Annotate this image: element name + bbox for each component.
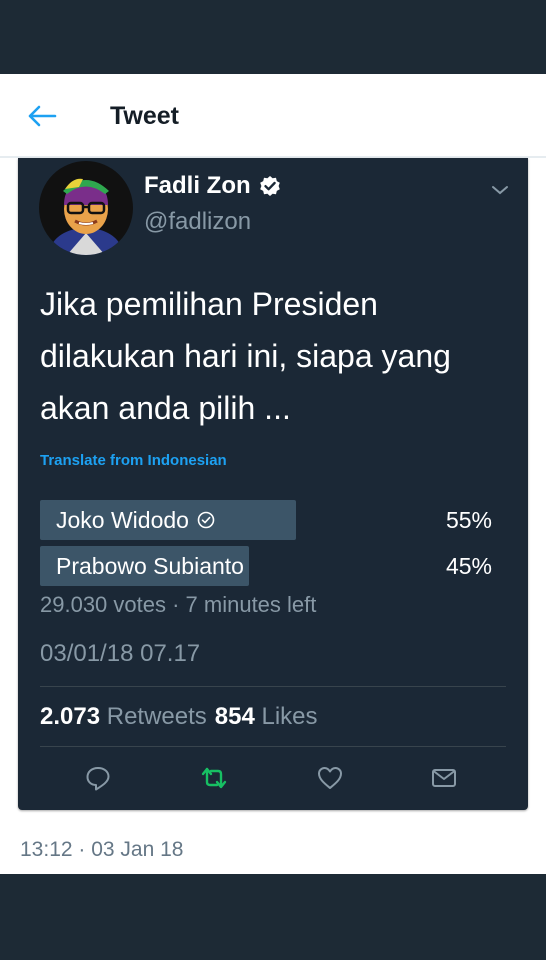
poll-option-joko-widodo: Joko Widodo 55% — [40, 500, 492, 540]
tweet-menu-button[interactable] — [488, 180, 512, 200]
like-button[interactable] — [314, 762, 346, 794]
poll-option-percent: 45% — [445, 553, 492, 579]
message-button[interactable] — [428, 762, 460, 794]
poll-option-prabowo-subianto: Prabowo Subianto 45% — [40, 546, 492, 586]
check-circle-icon — [197, 511, 215, 529]
tweet-text: Jika pemilihan Presiden dilakukan hari i… — [40, 278, 510, 434]
likes-count: 854 — [214, 703, 255, 730]
app-bar: Tweet — [0, 74, 546, 158]
tweet-text-line: Jika pemilihan Presiden — [40, 286, 378, 322]
back-arrow-icon — [28, 105, 57, 127]
reply-icon — [86, 767, 110, 791]
likes-label: Likes — [261, 703, 318, 730]
screen: Tweet Fadli Zon @fadlizon Jika pemilihan… — [0, 74, 546, 874]
poll-option-label-row: Prabowo Subianto — [56, 552, 244, 580]
bottom-dark-band — [0, 874, 546, 960]
message-icon — [432, 769, 456, 787]
poll-option-label: Prabowo Subianto — [56, 553, 244, 579]
author-handle[interactable]: @fadlizon — [144, 208, 251, 236]
tweet-timestamp: 03/01/18 07.17 — [40, 640, 201, 667]
retweets-label: Retweets — [106, 703, 207, 730]
poll: Joko Widodo 55% Prabowo Subianto 45% — [40, 500, 492, 592]
poll-meta: 29.030 votes · 7 minutes left — [40, 592, 317, 617]
tweet-actions — [18, 756, 528, 800]
avatar[interactable] — [39, 161, 133, 255]
tweet-card: Fadli Zon @fadlizon Jika pemilihan Presi… — [18, 158, 528, 810]
avatar-image — [39, 161, 133, 255]
top-dark-band — [0, 0, 546, 74]
tweet-stats: 2.073 Retweets 854 Likes — [40, 703, 318, 731]
page-title: Tweet — [110, 102, 179, 130]
retweet-button[interactable] — [198, 762, 230, 794]
reply-button[interactable] — [82, 762, 114, 794]
translate-link[interactable]: Translate from Indonesian — [40, 452, 227, 469]
tweet-text-line: dilakukan hari ini, siapa yang — [40, 338, 451, 374]
author-name-row: Fadli Zon — [144, 172, 281, 200]
likes-stat[interactable]: 854 Likes — [215, 703, 318, 731]
retweets-stat[interactable]: 2.073 Retweets — [40, 703, 207, 731]
divider — [40, 686, 506, 687]
like-icon — [318, 767, 342, 789]
poll-option-label-row: Joko Widodo — [56, 506, 215, 534]
divider — [40, 746, 506, 747]
poll-option-label: Joko Widodo — [56, 507, 189, 533]
back-button[interactable] — [22, 100, 62, 132]
footer-timestamp: 13:12 · 03 Jan 18 — [20, 838, 184, 861]
retweet-icon — [201, 767, 227, 789]
caret-down-icon — [492, 186, 508, 195]
retweets-count: 2.073 — [40, 703, 101, 730]
poll-option-percent: 55% — [445, 507, 492, 533]
author-name[interactable]: Fadli Zon — [144, 172, 251, 200]
verified-badge-icon — [259, 176, 280, 196]
tweet-text-line: akan anda pilih ... — [40, 390, 291, 426]
